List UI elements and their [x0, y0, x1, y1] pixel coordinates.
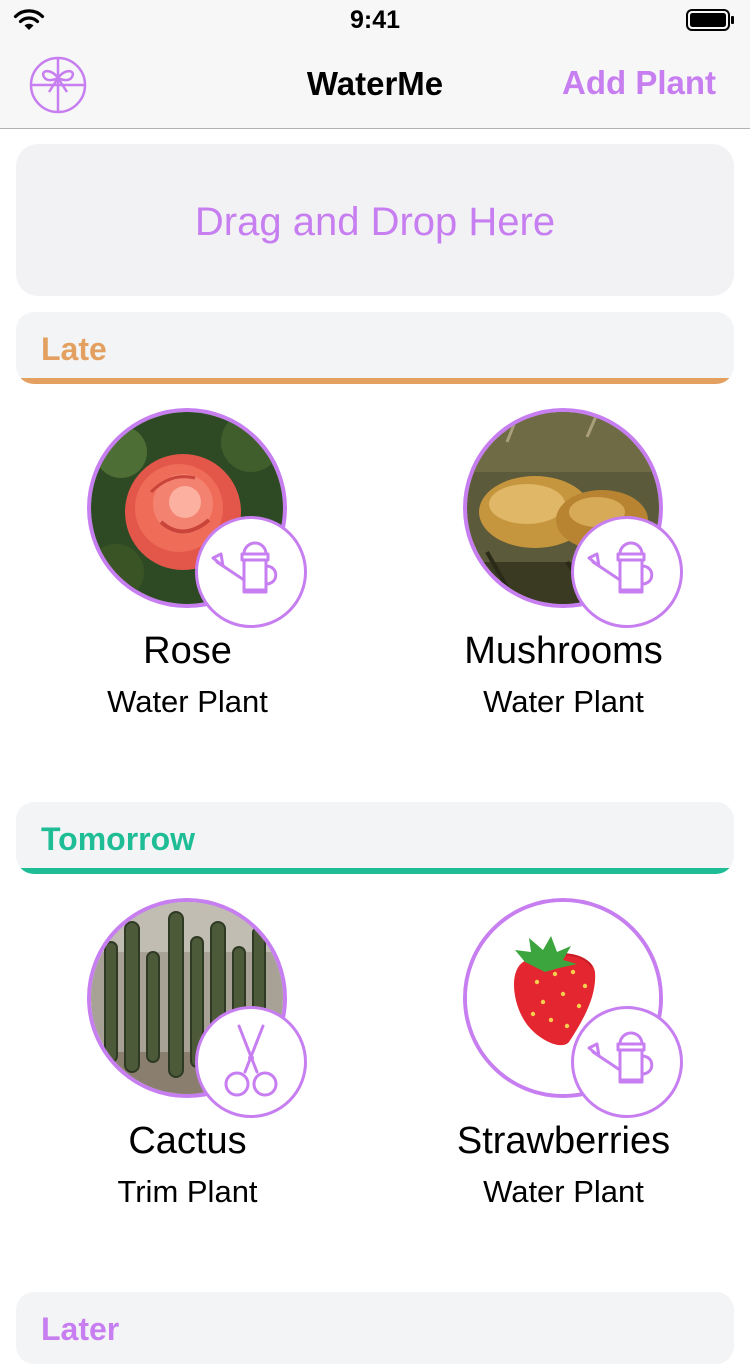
watering-can-icon: [587, 1031, 654, 1084]
plant-action: Trim Plant: [117, 1174, 258, 1209]
water-plant-button[interactable]: [195, 516, 307, 628]
plant-action: Water Plant: [483, 684, 644, 719]
status-bar: 9:41: [0, 0, 750, 40]
water-plant-button[interactable]: [571, 1006, 683, 1118]
plant-action: Water Plant: [107, 684, 268, 719]
scissors-icon: [224, 1024, 278, 1097]
navigation-bar: WaterMe Add Plant: [0, 40, 750, 129]
section-header-later: Later: [16, 1292, 734, 1364]
plant-name: Strawberries: [456, 1120, 671, 1162]
plant-name: Mushrooms: [464, 630, 663, 672]
plant-cell-mushrooms[interactable]: Mushrooms Water Plant: [376, 408, 750, 738]
trim-plant-button[interactable]: [195, 1006, 307, 1118]
plant-name: Cactus: [128, 1120, 247, 1162]
section-title: Tomorrow: [41, 821, 196, 857]
status-time: 9:41: [349, 6, 401, 34]
plant-cell-rose[interactable]: Rose Water Plant: [0, 408, 375, 738]
watering-can-icon: [211, 541, 278, 594]
gift-bow-button[interactable]: [29, 56, 87, 114]
add-plant-button[interactable]: Add Plant: [562, 64, 716, 102]
plant-name: Rose: [143, 630, 232, 672]
gift-bow-icon: [29, 56, 87, 114]
section-underline: [16, 378, 734, 384]
plant-action: Water Plant: [483, 1174, 644, 1209]
drag-drop-zone[interactable]: Drag and Drop Here: [16, 144, 734, 296]
section-header-tomorrow: Tomorrow: [16, 802, 734, 874]
plant-cell-strawberries[interactable]: Strawberries Water Plant: [376, 898, 750, 1228]
section-underline: [16, 868, 734, 874]
section-title: Later: [41, 1311, 120, 1347]
battery-icon: [686, 9, 734, 31]
water-plant-button[interactable]: [571, 516, 683, 628]
drag-drop-label: Drag and Drop Here: [194, 200, 556, 244]
section-title: Late: [41, 331, 107, 367]
watering-can-icon: [587, 541, 654, 594]
section-header-late: Late: [16, 312, 734, 384]
plant-cell-cactus[interactable]: Cactus Trim Plant: [0, 898, 375, 1228]
